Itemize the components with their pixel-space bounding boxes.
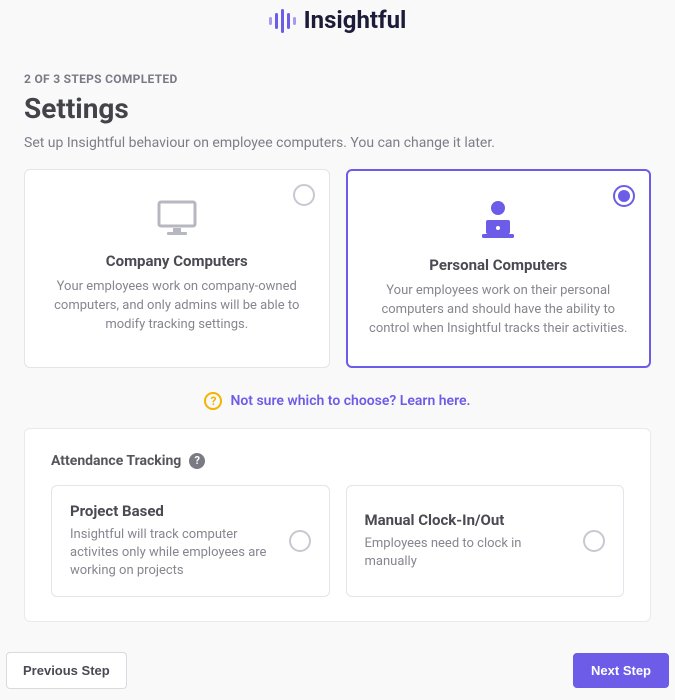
person-laptop-icon	[369, 198, 629, 242]
radio-company[interactable]	[293, 184, 315, 206]
help-icon: ?	[204, 392, 222, 410]
option-personal-computers[interactable]: Personal Computers Your employees work o…	[346, 169, 652, 368]
project-based-title: Project Based	[70, 502, 277, 520]
option-company-title: Company Computers	[47, 252, 307, 270]
attendance-heading: Attendance Tracking	[51, 453, 181, 469]
help-link[interactable]: Not sure which to choose? Learn here.	[230, 393, 470, 409]
wizard-footer: Previous Step Next Step	[0, 640, 675, 700]
page-title: Settings	[24, 92, 651, 125]
option-personal-desc: Your employees work on their personal co…	[369, 282, 629, 339]
attendance-panel: Attendance Tracking ? Project Based Insi…	[24, 428, 651, 623]
manual-clock-desc: Employees need to clock in manually	[365, 535, 572, 571]
attendance-options: Project Based Insightful will track comp…	[51, 485, 624, 598]
help-row: ? Not sure which to choose? Learn here.	[24, 392, 651, 410]
manual-clock-title: Manual Clock-In/Out	[365, 511, 572, 529]
project-based-desc: Insightful will track computer activites…	[70, 526, 277, 581]
radio-project-based[interactable]	[289, 530, 311, 552]
computer-type-options: Company Computers Your employees work on…	[24, 169, 651, 368]
radio-personal[interactable]	[613, 185, 635, 207]
logo-mark-icon	[269, 7, 296, 33]
radio-manual-clock[interactable]	[583, 530, 605, 552]
option-company-computers[interactable]: Company Computers Your employees work on…	[24, 169, 330, 368]
info-icon[interactable]: ?	[189, 453, 205, 469]
progress-label: 2 OF 3 STEPS COMPLETED	[24, 72, 651, 86]
option-manual-clock[interactable]: Manual Clock-In/Out Employees need to cl…	[346, 485, 625, 598]
previous-step-button[interactable]: Previous Step	[6, 652, 127, 689]
next-step-button[interactable]: Next Step	[573, 653, 669, 688]
option-company-desc: Your employees work on company-owned com…	[47, 278, 307, 335]
brand-name: Insightful	[304, 6, 407, 34]
monitor-icon	[47, 198, 307, 238]
option-project-based[interactable]: Project Based Insightful will track comp…	[51, 485, 330, 598]
logo: Insightful	[24, 0, 651, 44]
page-subtitle: Set up Insightful behaviour on employee …	[24, 135, 651, 151]
option-personal-title: Personal Computers	[369, 256, 629, 274]
